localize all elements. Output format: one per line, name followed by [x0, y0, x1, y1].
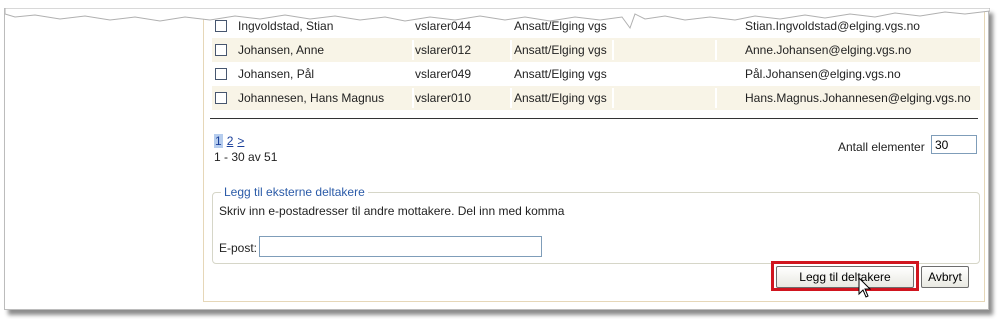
pagination: 1 2 > — [214, 134, 248, 148]
user-email: Anne.Johansen@elging.vgs.no — [745, 43, 912, 57]
mouse-pointer-icon — [858, 277, 872, 298]
row-checkbox[interactable] — [215, 44, 227, 56]
user-organization: Ansatt/Elging vgs — [514, 43, 607, 57]
table-row: Johansen, Pål vslarer049 Ansatt/Elging v… — [212, 62, 980, 86]
email-label: E-post: — [219, 241, 258, 255]
next-page-link[interactable]: > — [237, 134, 244, 148]
user-name: Johansen, Pål — [238, 67, 315, 81]
torn-edge — [5, 8, 990, 30]
user-name: Johannesen, Hans Magnus — [238, 91, 385, 105]
add-participants-button[interactable]: Legg til deltakere — [776, 266, 914, 288]
page-size-input[interactable] — [931, 135, 977, 154]
user-email: Hans.Magnus.Johannesen@elging.vgs.no — [745, 91, 971, 105]
row-checkbox[interactable] — [215, 92, 227, 104]
row-checkbox[interactable] — [215, 68, 227, 80]
page-size-label: Antall elementer — [838, 140, 925, 154]
external-hint: Skriv inn e-postadresser til andre motta… — [219, 204, 565, 218]
user-username: vslarer012 — [415, 43, 472, 57]
page-link-2[interactable]: 2 — [227, 134, 234, 148]
email-input[interactable] — [259, 236, 542, 257]
user-username: vslarer010 — [415, 91, 472, 105]
user-organization: Ansatt/Elging vgs — [514, 91, 607, 105]
fieldset-legend: Legg til eksterne deltakere — [221, 185, 368, 199]
result-count: 1 - 30 av 51 — [214, 150, 278, 164]
screenshot-frame: Ingvoldstad, Stian vslarer044 Ansatt/Elg… — [4, 8, 990, 310]
list-divider — [210, 118, 978, 119]
user-name: Johansen, Anne — [238, 43, 325, 57]
user-username: vslarer049 — [415, 67, 472, 81]
user-organization: Ansatt/Elging vgs — [514, 67, 607, 81]
table-row: Johannesen, Hans Magnus vslarer010 Ansat… — [212, 86, 980, 110]
external-participants-fieldset: Legg til eksterne deltakere Skriv inn e-… — [212, 185, 980, 264]
cancel-button[interactable]: Avbryt — [921, 266, 969, 288]
table-row: Johansen, Anne vslarer012 Ansatt/Elging … — [212, 38, 980, 62]
page-link-1[interactable]: 1 — [214, 134, 223, 148]
user-email: Pål.Johansen@elging.vgs.no — [745, 67, 901, 81]
participants-panel: Ingvoldstad, Stian vslarer044 Ansatt/Elg… — [203, 8, 985, 302]
